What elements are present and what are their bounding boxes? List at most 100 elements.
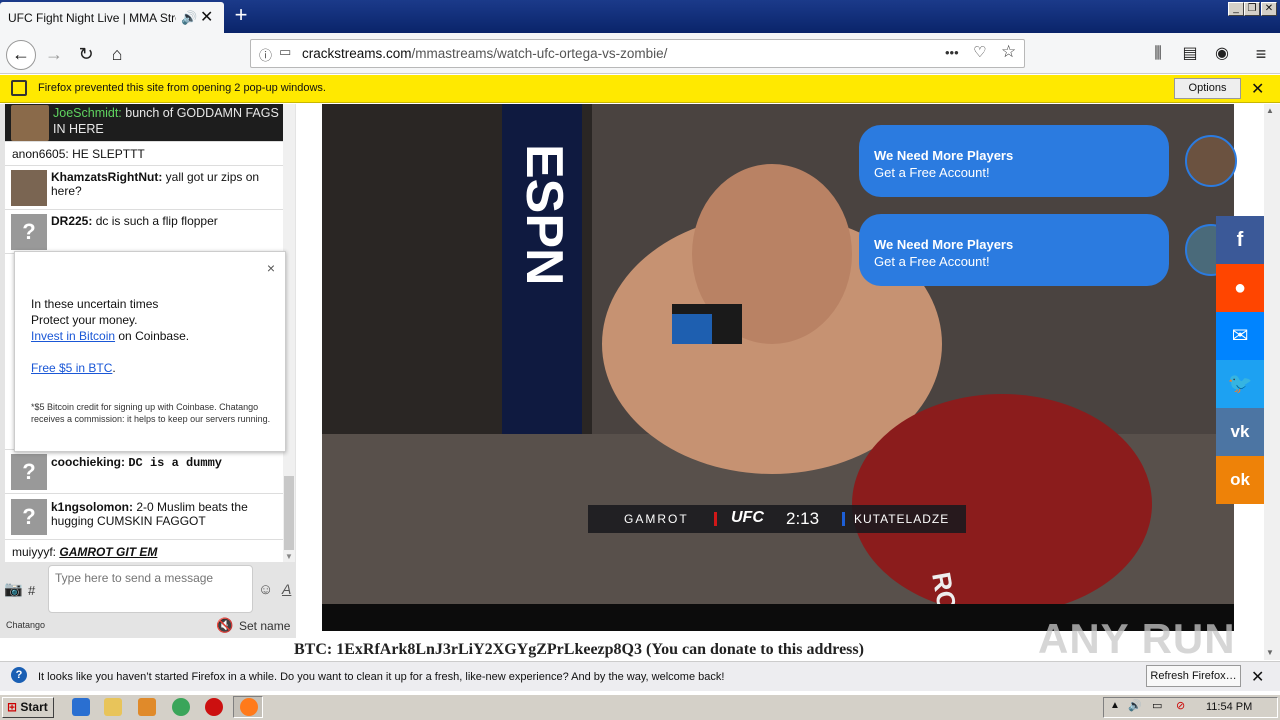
twitter-icon: 🐦 [1227, 373, 1253, 395]
tab-active[interactable]: UFC Fight Night Live | MMA Stream 🔊 ✕ [0, 2, 224, 33]
chat-message-text: DC is a dummy [128, 456, 222, 470]
chat-promo-bubble[interactable]: We Need More Players Get a Free Account! [859, 125, 1169, 197]
page-actions-icon[interactable]: ••• [945, 45, 959, 60]
page-scrollbar[interactable] [1264, 104, 1280, 660]
tray-expand-icon[interactable]: ▲ [1110, 700, 1120, 711]
text-format-icon[interactable]: A [282, 581, 291, 597]
chrome-icon[interactable] [172, 698, 190, 716]
chat-username[interactable]: JoeSchmidt: [53, 106, 122, 120]
ad-close-icon[interactable]: × [267, 260, 275, 276]
scroll-up-arrow-icon[interactable]: ▲ [1266, 106, 1274, 115]
fight-scoreboard: GAMROT UFC 2:13 KUTATELADZE [588, 505, 966, 533]
bubble-title: We Need More Players [874, 237, 1014, 252]
start-button[interactable]: ⊞ Start [2, 697, 54, 718]
forward-arrow-icon[interactable]: → [42, 42, 66, 66]
popup-blocked-icon [11, 80, 27, 96]
close-icon[interactable]: ✕ [1251, 79, 1264, 99]
tab-title: UFC Fight Night Live | MMA Stream [8, 10, 176, 25]
library-icon[interactable]: ⫼ [1146, 42, 1170, 66]
default-avatar-icon: ? [11, 499, 47, 535]
refresh-firefox-button[interactable]: Refresh Firefox… [1146, 665, 1241, 687]
invest-bitcoin-link[interactable]: Invest in Bitcoin [31, 329, 115, 343]
messenger-share-button[interactable]: ✉ [1216, 312, 1264, 360]
list-item: muiyyyf: GAMROT GIT EM [5, 540, 283, 562]
chatango-brand[interactable]: Chatango [6, 620, 45, 630]
options-button[interactable]: Options [1174, 78, 1241, 99]
windows-logo-icon: ⊞ [7, 700, 18, 714]
home-icon[interactable]: ⌂ [105, 42, 129, 66]
scroll-down-arrow-icon[interactable]: ▼ [1266, 648, 1274, 657]
firefox-icon [240, 698, 258, 716]
reddit-icon: ● [1233, 277, 1247, 299]
maximize-button[interactable]: ❐ [1244, 2, 1260, 16]
url-text[interactable]: crackstreams.com/mmastreams/watch-ufc-or… [302, 46, 667, 61]
ie-icon[interactable] [72, 698, 90, 716]
chat-username[interactable]: muiyyyf: [12, 545, 56, 559]
right-fighter-name: KUTATELADZE [854, 512, 950, 526]
close-tab-icon[interactable]: ✕ [200, 7, 213, 27]
chat-username[interactable]: k1ngsolomon: [51, 500, 133, 514]
odnoklassniki-icon: ok [1230, 470, 1250, 489]
twitter-share-button[interactable]: 🐦 [1216, 360, 1264, 408]
new-tab-button[interactable]: + [230, 4, 252, 28]
facebook-share-button[interactable]: f [1216, 216, 1264, 264]
sidebar-icon[interactable]: ▤ [1178, 42, 1202, 66]
chat-input-box[interactable] [48, 565, 253, 613]
speaker-icon[interactable]: 🔊 [181, 10, 197, 26]
chat-message-text: HE SLEPTTT [72, 147, 145, 161]
avatar [11, 170, 47, 206]
windows-taskbar [0, 694, 1280, 720]
camera-icon[interactable]: 📷 [4, 580, 23, 598]
pocket-icon[interactable]: ♡ [973, 43, 986, 61]
ad-text: . [112, 361, 116, 375]
list-item: JoeSchmidt: bunch of GODDAMN FAGS IN HER… [5, 104, 283, 142]
ad-fine-print: *$5 Bitcoin credit for signing up with C… [31, 402, 271, 424]
chat-scrollbar-thumb[interactable] [284, 476, 294, 550]
ad-text: In these uncertain times [31, 297, 159, 311]
fight-clock: 2:13 [786, 509, 820, 528]
avatar[interactable] [1185, 135, 1237, 187]
help-icon: ? [11, 667, 27, 683]
firefox-taskbar-button[interactable] [233, 696, 263, 718]
chat-username[interactable]: DR225: [51, 214, 92, 228]
back-arrow-icon[interactable]: ← [6, 40, 36, 70]
set-name-button[interactable]: Set name [239, 619, 290, 633]
bubble-subtitle: Get a Free Account! [874, 165, 990, 180]
chat-message-input[interactable] [49, 566, 252, 612]
bookmark-star-icon[interactable]: ☆ [1001, 42, 1016, 62]
coinbase-ad-popup: × In these uncertain times Protect your … [14, 251, 286, 452]
account-icon[interactable]: ◉ [1210, 42, 1234, 66]
chat-promo-bubble[interactable]: We Need More Players Get a Free Account! [859, 214, 1169, 286]
minimize-button[interactable]: _ [1228, 2, 1244, 16]
volume-icon[interactable]: 🔊 [1128, 699, 1142, 712]
mute-icon[interactable]: 🔇 [216, 617, 233, 634]
free-btc-link[interactable]: Free $5 in BTC [31, 361, 112, 375]
folder-icon[interactable] [104, 698, 122, 716]
ad-text: on Coinbase. [115, 329, 190, 343]
start-label: Start [20, 700, 48, 714]
opera-icon[interactable] [205, 698, 223, 716]
chat-username[interactable]: coochieking: [51, 455, 125, 469]
media-player-icon[interactable] [138, 698, 156, 716]
hashtag-icon[interactable]: # [28, 583, 35, 598]
reddit-share-button[interactable]: ● [1216, 264, 1264, 312]
reload-icon[interactable]: ↻ [74, 42, 98, 66]
close-window-button[interactable]: ✕ [1261, 2, 1277, 16]
cage-sponsor-text: ESPN [515, 144, 573, 286]
list-item: anon6605: HE SLEPTTT [5, 142, 283, 166]
menu-icon[interactable]: ≡ [1249, 42, 1273, 66]
network-icon[interactable]: ▭ [1152, 699, 1162, 712]
security-icon[interactable]: ⊘ [1176, 699, 1185, 712]
info-icon[interactable]: ⓘ [259, 45, 272, 64]
url-host: crackstreams.com [302, 46, 412, 61]
chat-username[interactable]: anon6605: [12, 147, 69, 161]
emoji-icon[interactable]: ☺ [258, 581, 273, 598]
bubble-subtitle: Get a Free Account! [874, 254, 990, 269]
odnoklassniki-share-button[interactable]: ok [1216, 456, 1264, 504]
scroll-down-arrow-icon[interactable]: ▼ [285, 552, 293, 561]
list-item: ? DR225: dc is such a flip flopper [5, 210, 283, 254]
chat-username[interactable]: KhamzatsRightNut: [51, 170, 162, 184]
btc-donation-text: BTC: 1ExRfArk8LnJ3rLiY2XGYgZPrLkeezp8Q3 … [294, 641, 864, 658]
vk-share-button[interactable]: vk [1216, 408, 1264, 456]
close-icon[interactable]: ✕ [1251, 667, 1264, 687]
